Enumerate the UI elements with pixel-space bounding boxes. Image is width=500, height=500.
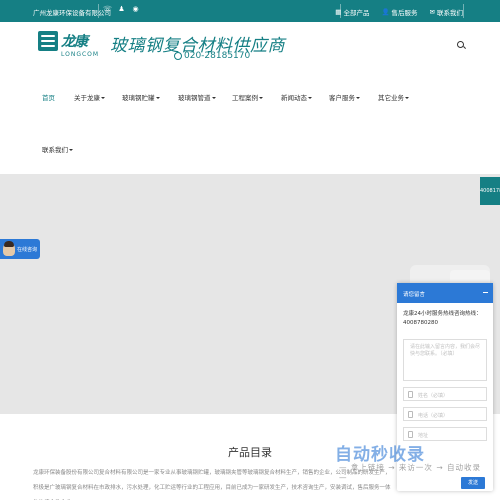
envelope-icon: ✉ — [429, 8, 435, 16]
top-links: ▦ 全部产品 👤 售后服务 ✉ 联系我们 — [335, 7, 463, 17]
user-icon: 👤 — [381, 8, 390, 16]
phone-icon — [408, 411, 413, 418]
name-field[interactable]: 姓名（必填） — [403, 387, 487, 401]
divider — [98, 4, 99, 18]
phone-field[interactable]: 电话（必填） — [403, 407, 487, 421]
site-logo[interactable]: 龙康 LONGCOM — [38, 31, 98, 65]
search-icon[interactable] — [457, 41, 464, 48]
top-bar: 广州龙康环保设备有限公司 ☏ ♟ ◉ ▦ 全部产品 👤 售后服务 ✉ 联系我们 — [0, 0, 500, 22]
nav-service[interactable]: 客户服务 — [329, 92, 360, 102]
chat-message: 龙康24小时服务热线咨询热线：4008780280 — [403, 311, 482, 326]
person-icon — [408, 391, 413, 398]
nav-other[interactable]: 其它业务 — [378, 92, 409, 102]
nav-pipes[interactable]: 玻璃钢管道 — [178, 92, 216, 102]
location-icon — [408, 431, 413, 438]
watermark: 自动秒收录 — 拿上链接 → 来访一次 → 自动收录 — — [335, 445, 481, 482]
agent-avatar — [3, 241, 15, 256]
chat-header[interactable]: 请您留言 — [397, 283, 493, 303]
online-consult-button[interactable]: 在线咨询 — [0, 239, 40, 259]
nav-about[interactable]: 关于龙康 — [74, 92, 105, 102]
nav-news[interactable]: 新闻动态 — [281, 92, 312, 102]
hotline: 020-28185170 — [174, 51, 250, 61]
nav-home[interactable]: 首页 — [42, 92, 55, 102]
logo-mark-icon — [38, 31, 58, 51]
divider — [340, 4, 341, 18]
divider — [463, 4, 464, 18]
social-links: ☏ ♟ ◉ — [103, 5, 140, 14]
nav-tanks[interactable]: 玻璃钢贮罐 — [122, 92, 160, 102]
message-textarea[interactable]: 请在此输入留言内容，我们会尽快与您联系。（必填） — [403, 339, 487, 381]
address-field[interactable]: 地址 — [403, 427, 487, 441]
minimize-icon[interactable] — [483, 292, 488, 293]
nav-contact[interactable]: 联系我们 — [42, 144, 73, 154]
wechat-icon[interactable]: ☏ — [103, 5, 112, 14]
weibo-icon[interactable]: ◉ — [131, 5, 140, 14]
contact-link[interactable]: ✉ 联系我们 — [430, 7, 463, 17]
side-hotline-tab[interactable]: 4008178 — [480, 177, 500, 205]
company-name: 广州龙康环保设备有限公司 — [33, 9, 111, 17]
after-sales-link[interactable]: 👤 售后服务 — [381, 7, 417, 17]
nav-cases[interactable]: 工程案例 — [232, 92, 263, 102]
qq-icon[interactable]: ♟ — [117, 5, 126, 14]
phone-icon — [174, 52, 182, 60]
section-title: 产品目录 — [228, 446, 272, 459]
